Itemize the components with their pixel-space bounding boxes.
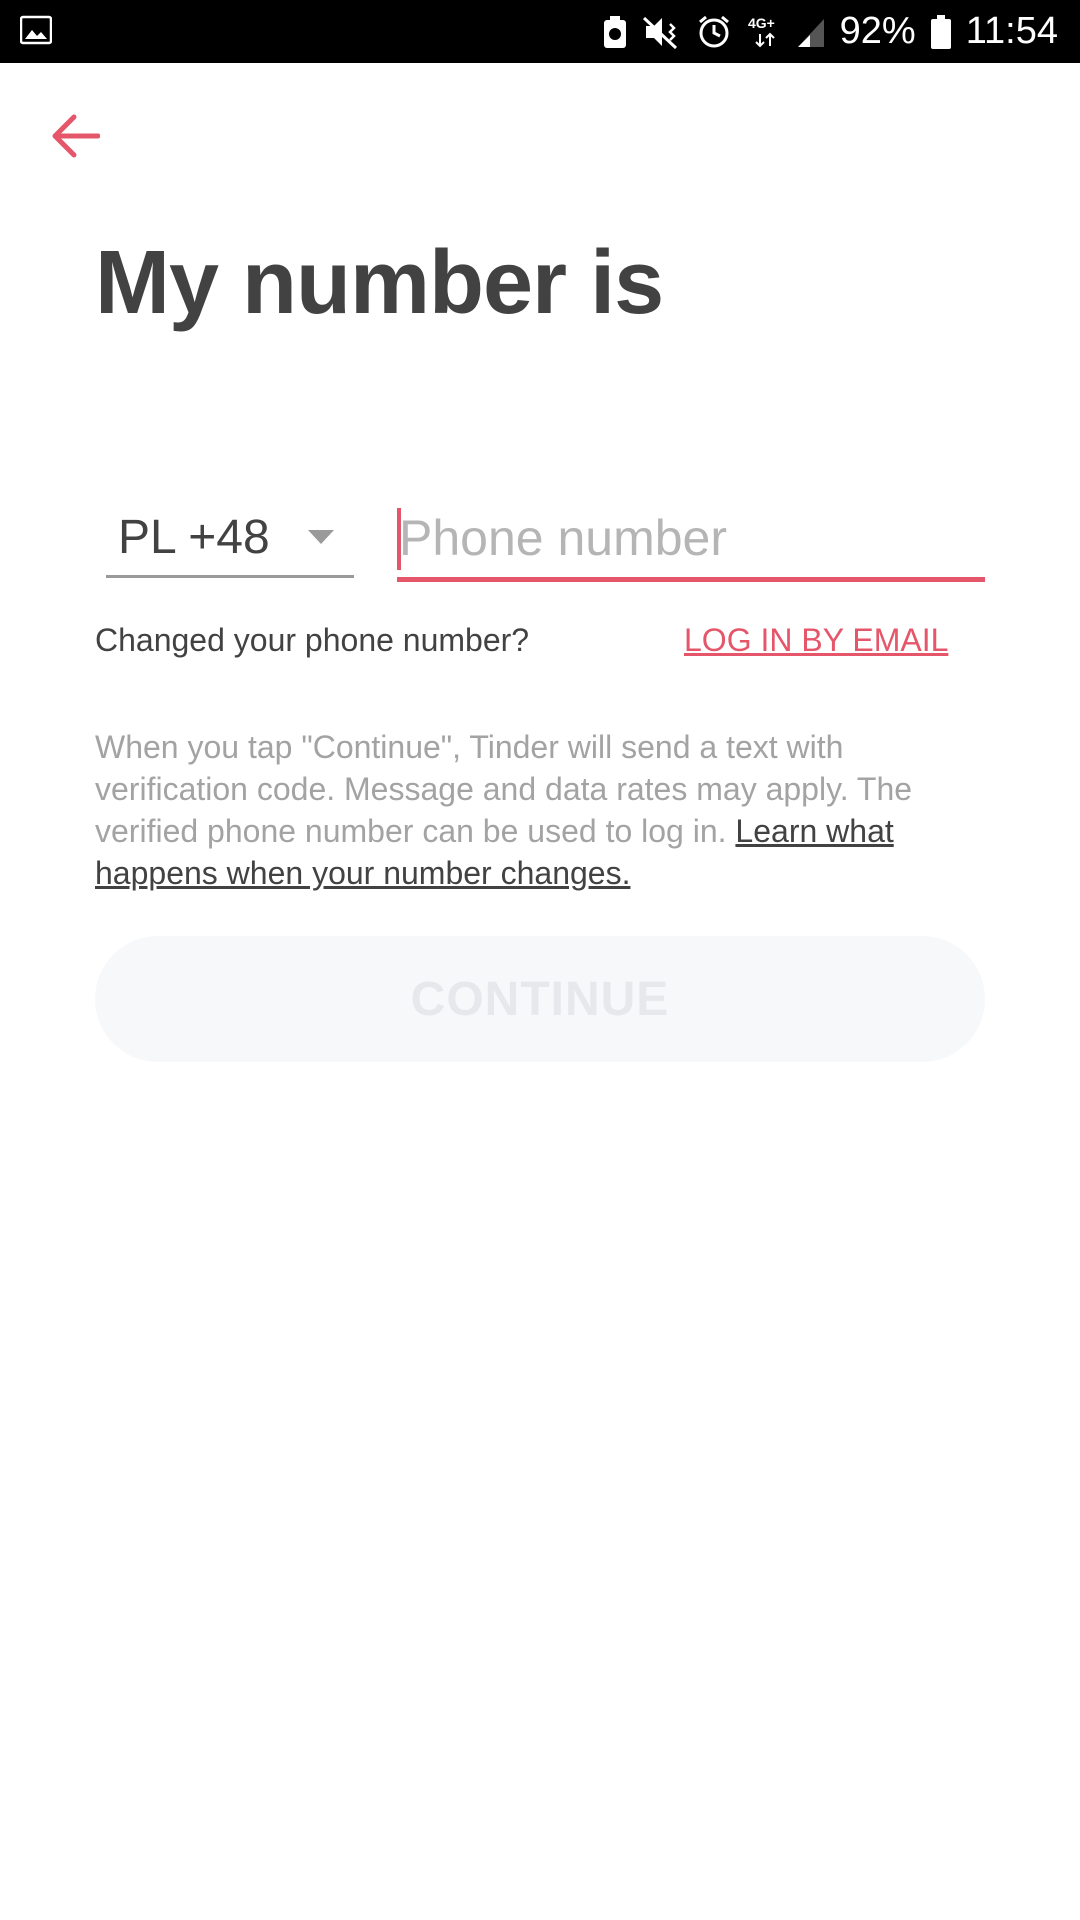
text-caret — [397, 508, 401, 570]
signal-icon — [797, 18, 824, 47]
battery-icon — [930, 14, 951, 49]
verification-disclaimer: When you tap "Continue", Tinder will sen… — [95, 726, 995, 894]
chevron-down-icon — [308, 530, 334, 544]
battery-percent: 92% — [839, 10, 916, 52]
log-in-by-email-link[interactable]: LOG IN BY EMAIL — [684, 622, 948, 659]
svg-text:4G+: 4G+ — [748, 15, 775, 31]
alarm-icon — [698, 15, 729, 47]
country-code-select[interactable]: PL +48 — [106, 500, 354, 578]
back-arrow-icon — [52, 114, 100, 158]
continue-button[interactable]: CONTINUE — [95, 936, 985, 1062]
clock: 11:54 — [965, 10, 1058, 52]
page-title: My number is — [95, 233, 664, 333]
phone-number-input[interactable] — [397, 500, 987, 576]
phone-number-field[interactable] — [397, 500, 987, 582]
changed-number-question: Changed your phone number? — [95, 622, 530, 658]
country-code-value: PL +48 — [118, 511, 270, 564]
back-button[interactable] — [45, 110, 105, 162]
network-4g-icon: 4G+ — [748, 15, 775, 47]
status-icons: 4G+ 92% 11:54 — [602, 0, 1058, 63]
status-bar: 4G+ 92% 11:54 — [0, 0, 1080, 63]
mute-vibrate-icon — [642, 16, 677, 49]
gallery-icon — [20, 15, 52, 45]
recycle-icon — [603, 15, 626, 48]
